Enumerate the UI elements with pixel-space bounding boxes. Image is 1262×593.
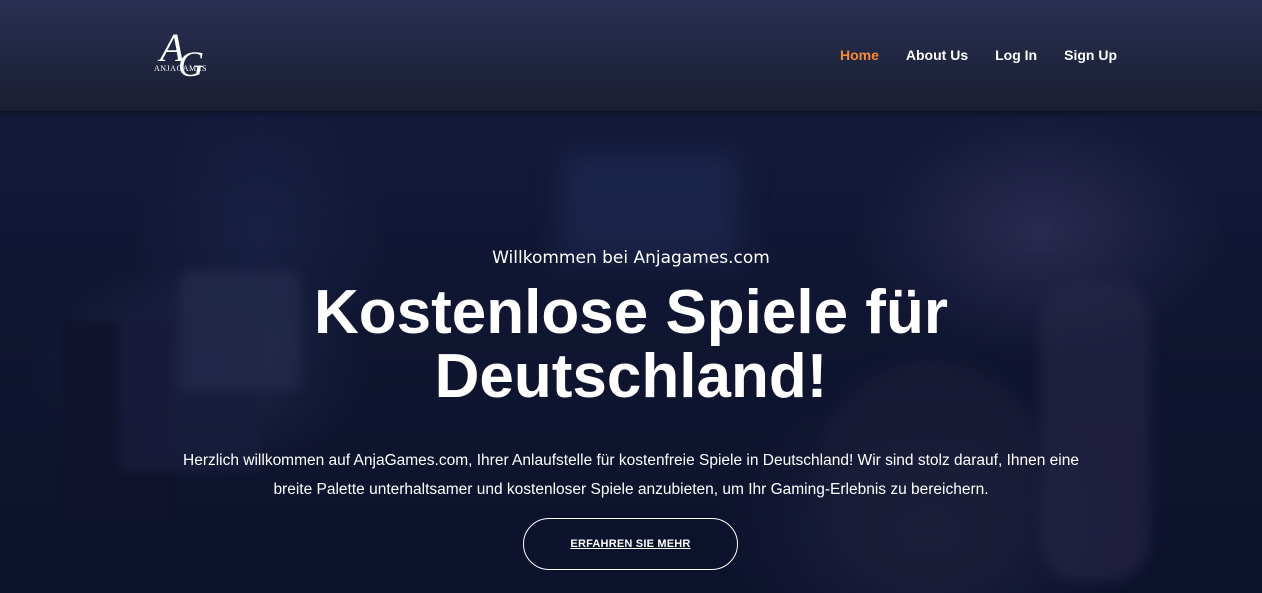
site-header: A G ANJAGAMES Home About Us Log In Sign … bbox=[0, 0, 1262, 111]
hero-section: Willkommen bei Anjagames.com Kostenlose … bbox=[0, 111, 1262, 593]
hero-title-line-1: Kostenlose Spiele für bbox=[314, 278, 948, 347]
hero-content: Willkommen bei Anjagames.com Kostenlose … bbox=[0, 111, 1262, 593]
nav-log-in[interactable]: Log In bbox=[995, 47, 1037, 63]
nav-sign-up[interactable]: Sign Up bbox=[1064, 47, 1117, 63]
hero-description-line-1: Herzlich willkommen auf AnjaGames.com, I… bbox=[183, 452, 1079, 469]
hero-title: Kostenlose Spiele für Deutschland! bbox=[231, 281, 1031, 409]
nav-home[interactable]: Home bbox=[840, 47, 879, 63]
logo-wordmark: ANJAGAMES bbox=[154, 64, 207, 73]
anjagames-logo[interactable]: A G ANJAGAMES bbox=[152, 28, 210, 88]
hero-title-line-2: Deutschland! bbox=[434, 342, 828, 411]
learn-more-button[interactable]: ERFAHREN SIE MEHR bbox=[523, 518, 738, 570]
hero-subtitle: Willkommen bei Anjagames.com bbox=[492, 248, 770, 268]
nav-about-us[interactable]: About Us bbox=[906, 47, 968, 63]
main-nav: Home About Us Log In Sign Up bbox=[840, 47, 1117, 63]
hero-description-line-2: breite Palette unterhaltsamer und kosten… bbox=[273, 481, 989, 498]
hero-description: Herzlich willkommen auf AnjaGames.com, I… bbox=[130, 446, 1132, 504]
